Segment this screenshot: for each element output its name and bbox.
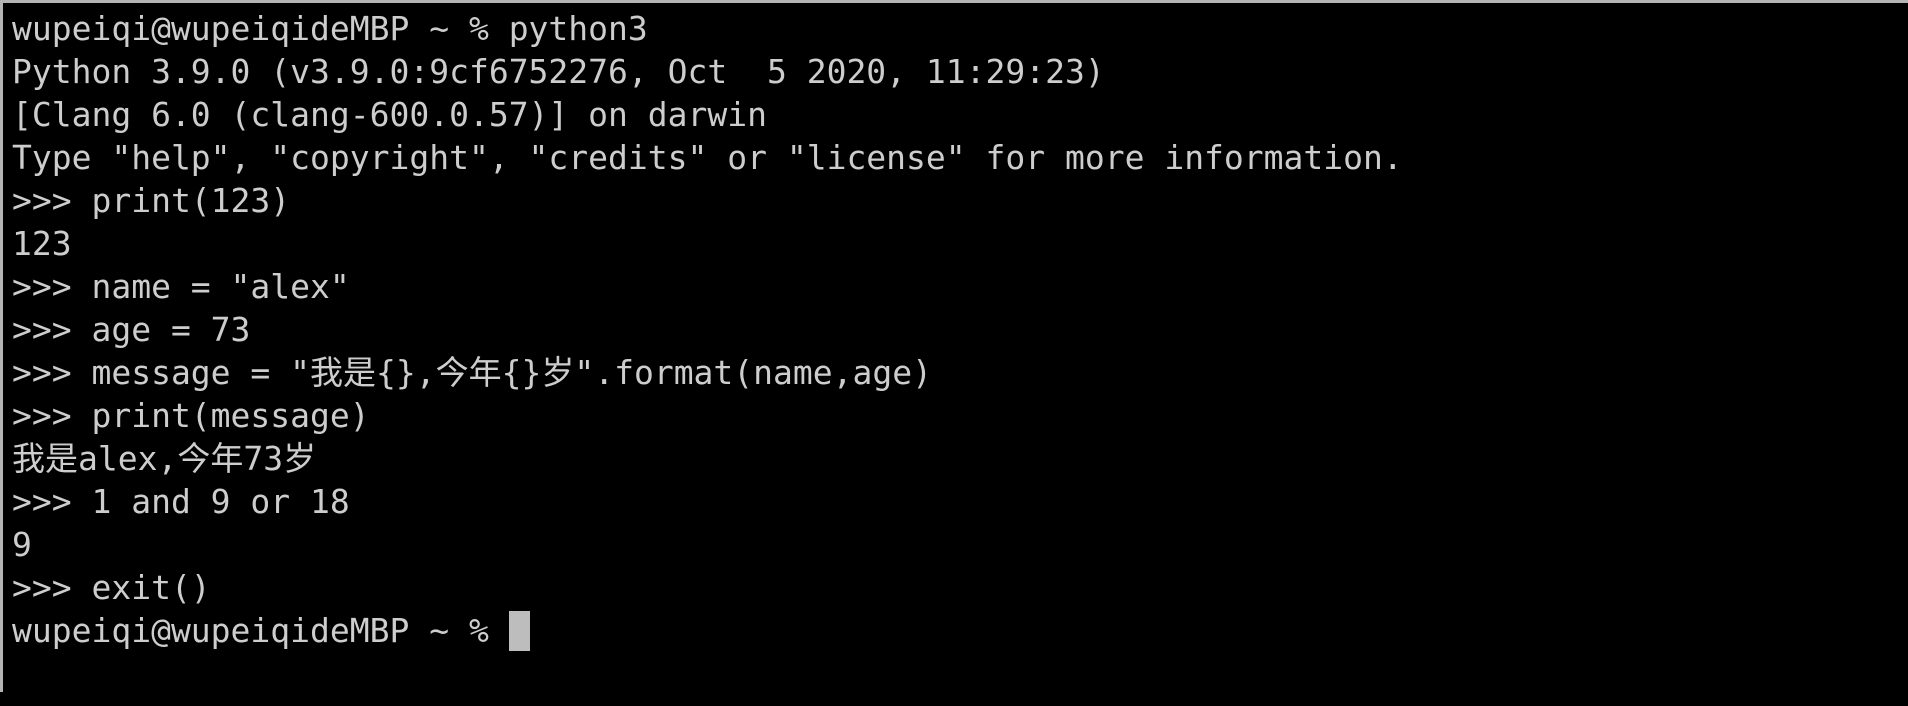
terminal-window[interactable]: wupeiqi@wupeiqideMBP ~ % python3 Python … xyxy=(0,0,1908,692)
terminal-line: >>> message = "我是{},今年{}岁".format(name,a… xyxy=(12,353,932,392)
terminal-line: >>> exit() xyxy=(12,568,211,607)
terminal-line: 9 xyxy=(12,525,32,564)
terminal-line: [Clang 6.0 (clang-600.0.57)] on darwin xyxy=(12,95,767,134)
terminal-line: >>> name = "alex" xyxy=(12,267,350,306)
text-cursor xyxy=(508,611,530,651)
terminal-line: >>> print(123) xyxy=(12,181,291,220)
terminal-line: >>> 1 and 9 or 18 xyxy=(12,482,350,521)
terminal-line: Python 3.9.0 (v3.9.0:9cf6752276, Oct 5 2… xyxy=(12,52,1105,91)
terminal-line: Type "help", "copyright", "credits" or "… xyxy=(12,138,1403,177)
terminal-line: wupeiqi@wupeiqideMBP ~ % python3 xyxy=(12,9,648,48)
terminal-output[interactable]: wupeiqi@wupeiqideMBP ~ % python3 Python … xyxy=(12,7,1908,652)
terminal-line: >>> age = 73 xyxy=(12,310,251,349)
terminal-line: 123 xyxy=(12,224,72,263)
terminal-line: >>> print(message) xyxy=(12,396,370,435)
prompt-line[interactable]: wupeiqi@wupeiqideMBP ~ % xyxy=(12,609,1908,652)
terminal-line: 我是alex,今年73岁 xyxy=(12,439,317,478)
shell-prompt: wupeiqi@wupeiqideMBP ~ % xyxy=(12,611,509,650)
